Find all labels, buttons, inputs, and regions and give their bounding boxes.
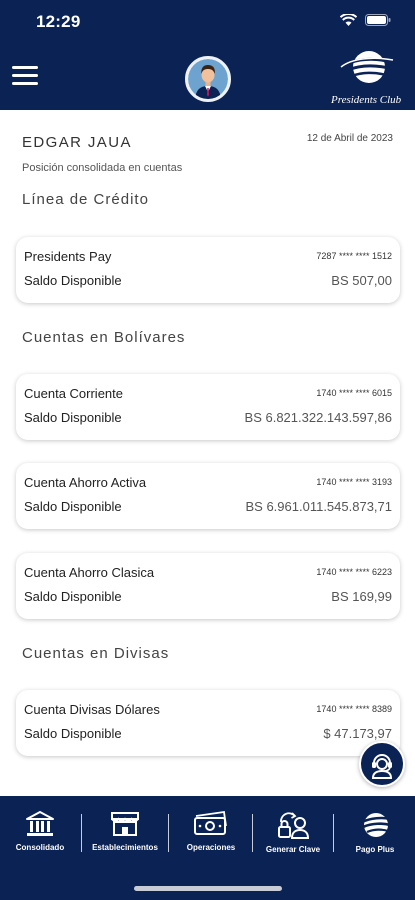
account-name: Cuenta Corriente — [24, 386, 123, 401]
nav-label-operaciones: Operaciones — [186, 843, 236, 852]
current-date: 12 de Abril de 2023 — [306, 133, 393, 144]
logo-globe-icon — [340, 51, 394, 83]
nav-label-consolidado: Consolidado — [15, 843, 65, 852]
balance-value: BS 6.961.011.545.873,71 — [245, 499, 393, 514]
logo-text: Presidents Club — [331, 94, 402, 106]
nav-pago-plus[interactable]: Pago Plus — [343, 810, 407, 864]
signal-icon — [314, 14, 332, 26]
page-subtitle: Posición consolidada en cuentas — [22, 162, 183, 174]
app-header: 12:29 Presidents Club — [0, 0, 415, 110]
balance-value: BS 6.821.322.143.597,86 — [244, 410, 392, 425]
nav-divider — [168, 814, 169, 852]
nav-establecimientos[interactable]: Establecimientos — [86, 810, 164, 864]
balance-label: Saldo Disponible — [24, 589, 122, 604]
account-number: 1740 **** **** 6015 — [316, 388, 392, 398]
balance-label: Saldo Disponible — [24, 499, 122, 514]
nav-label-establecimientos: Establecimientos — [92, 843, 158, 852]
main-content: EDGAR JAUA 12 de Abril de 2023 Posición … — [0, 110, 415, 796]
account-name: Cuenta Ahorro Clasica — [24, 565, 155, 580]
nav-label-generar-clave: Generar Clave — [265, 845, 321, 854]
nav-consolidado[interactable]: Consolidado — [8, 810, 72, 864]
balance-value: $ 47.173,97 — [323, 726, 392, 741]
pago-plus-icon — [361, 813, 391, 837]
key-user-icon — [278, 812, 310, 839]
balance-value: BS 507,00 — [331, 273, 392, 288]
avatar[interactable] — [185, 56, 231, 102]
account-card-corriente[interactable]: Cuenta Corriente 1740 **** **** 6015 Sal… — [16, 374, 400, 440]
account-number: 7287 **** **** 1512 — [316, 251, 392, 261]
section-title-divisas: Cuentas en Divisas — [22, 645, 170, 662]
nav-label-pago-plus: Pago Plus — [355, 845, 395, 854]
status-icons — [314, 14, 391, 26]
nav-divider — [333, 814, 334, 852]
wifi-icon — [340, 14, 357, 26]
status-bar: 12:29 — [0, 0, 415, 44]
account-card-ahorro-activa[interactable]: Cuenta Ahorro Activa 1740 **** **** 3193… — [16, 463, 400, 529]
account-number: 1740 **** **** 8389 — [316, 704, 392, 714]
balance-label: Saldo Disponible — [24, 410, 122, 425]
status-time: 12:29 — [36, 12, 81, 31]
account-name: Cuenta Divisas Dólares — [24, 702, 160, 717]
presidents-club-logo: Presidents Club — [331, 50, 401, 106]
balance-label: Saldo Disponible — [24, 726, 122, 741]
nav-generar-clave[interactable]: Generar Clave — [258, 810, 328, 864]
section-title-bolivares: Cuentas en Bolívares — [22, 329, 186, 346]
home-indicator — [134, 886, 282, 891]
nav-divider — [81, 814, 82, 852]
support-button[interactable] — [359, 741, 405, 787]
user-avatar-icon — [188, 59, 228, 99]
nav-operaciones[interactable]: Operaciones — [176, 810, 246, 864]
section-title-credit: Línea de Crédito — [22, 191, 149, 208]
account-number: 1740 **** **** 3193 — [316, 477, 392, 487]
account-name: Cuenta Ahorro Activa — [24, 475, 147, 490]
account-card-divisas-dolares[interactable]: Cuenta Divisas Dólares 1740 **** **** 83… — [16, 690, 400, 756]
bottom-navigation: Consolidado Establecimientos Operaciones — [0, 796, 415, 900]
balance-value: BS 169,99 — [331, 589, 392, 604]
balance-label: Saldo Disponible — [24, 273, 122, 288]
bank-icon — [26, 811, 54, 836]
account-name: Presidents Pay — [24, 249, 112, 264]
battery-icon — [365, 14, 391, 26]
cash-icon — [194, 810, 227, 835]
account-card-ahorro-clasica[interactable]: Cuenta Ahorro Clasica 1740 **** **** 622… — [16, 553, 400, 619]
account-card-presidents-pay[interactable]: Presidents Pay 7287 **** **** 1512 Saldo… — [16, 237, 400, 303]
account-number: 1740 **** **** 6223 — [316, 567, 392, 577]
user-name: EDGAR JAUA — [22, 134, 132, 151]
nav-divider — [252, 814, 253, 852]
store-icon — [111, 812, 139, 836]
support-agent-icon — [371, 754, 393, 779]
menu-icon[interactable] — [12, 66, 38, 86]
